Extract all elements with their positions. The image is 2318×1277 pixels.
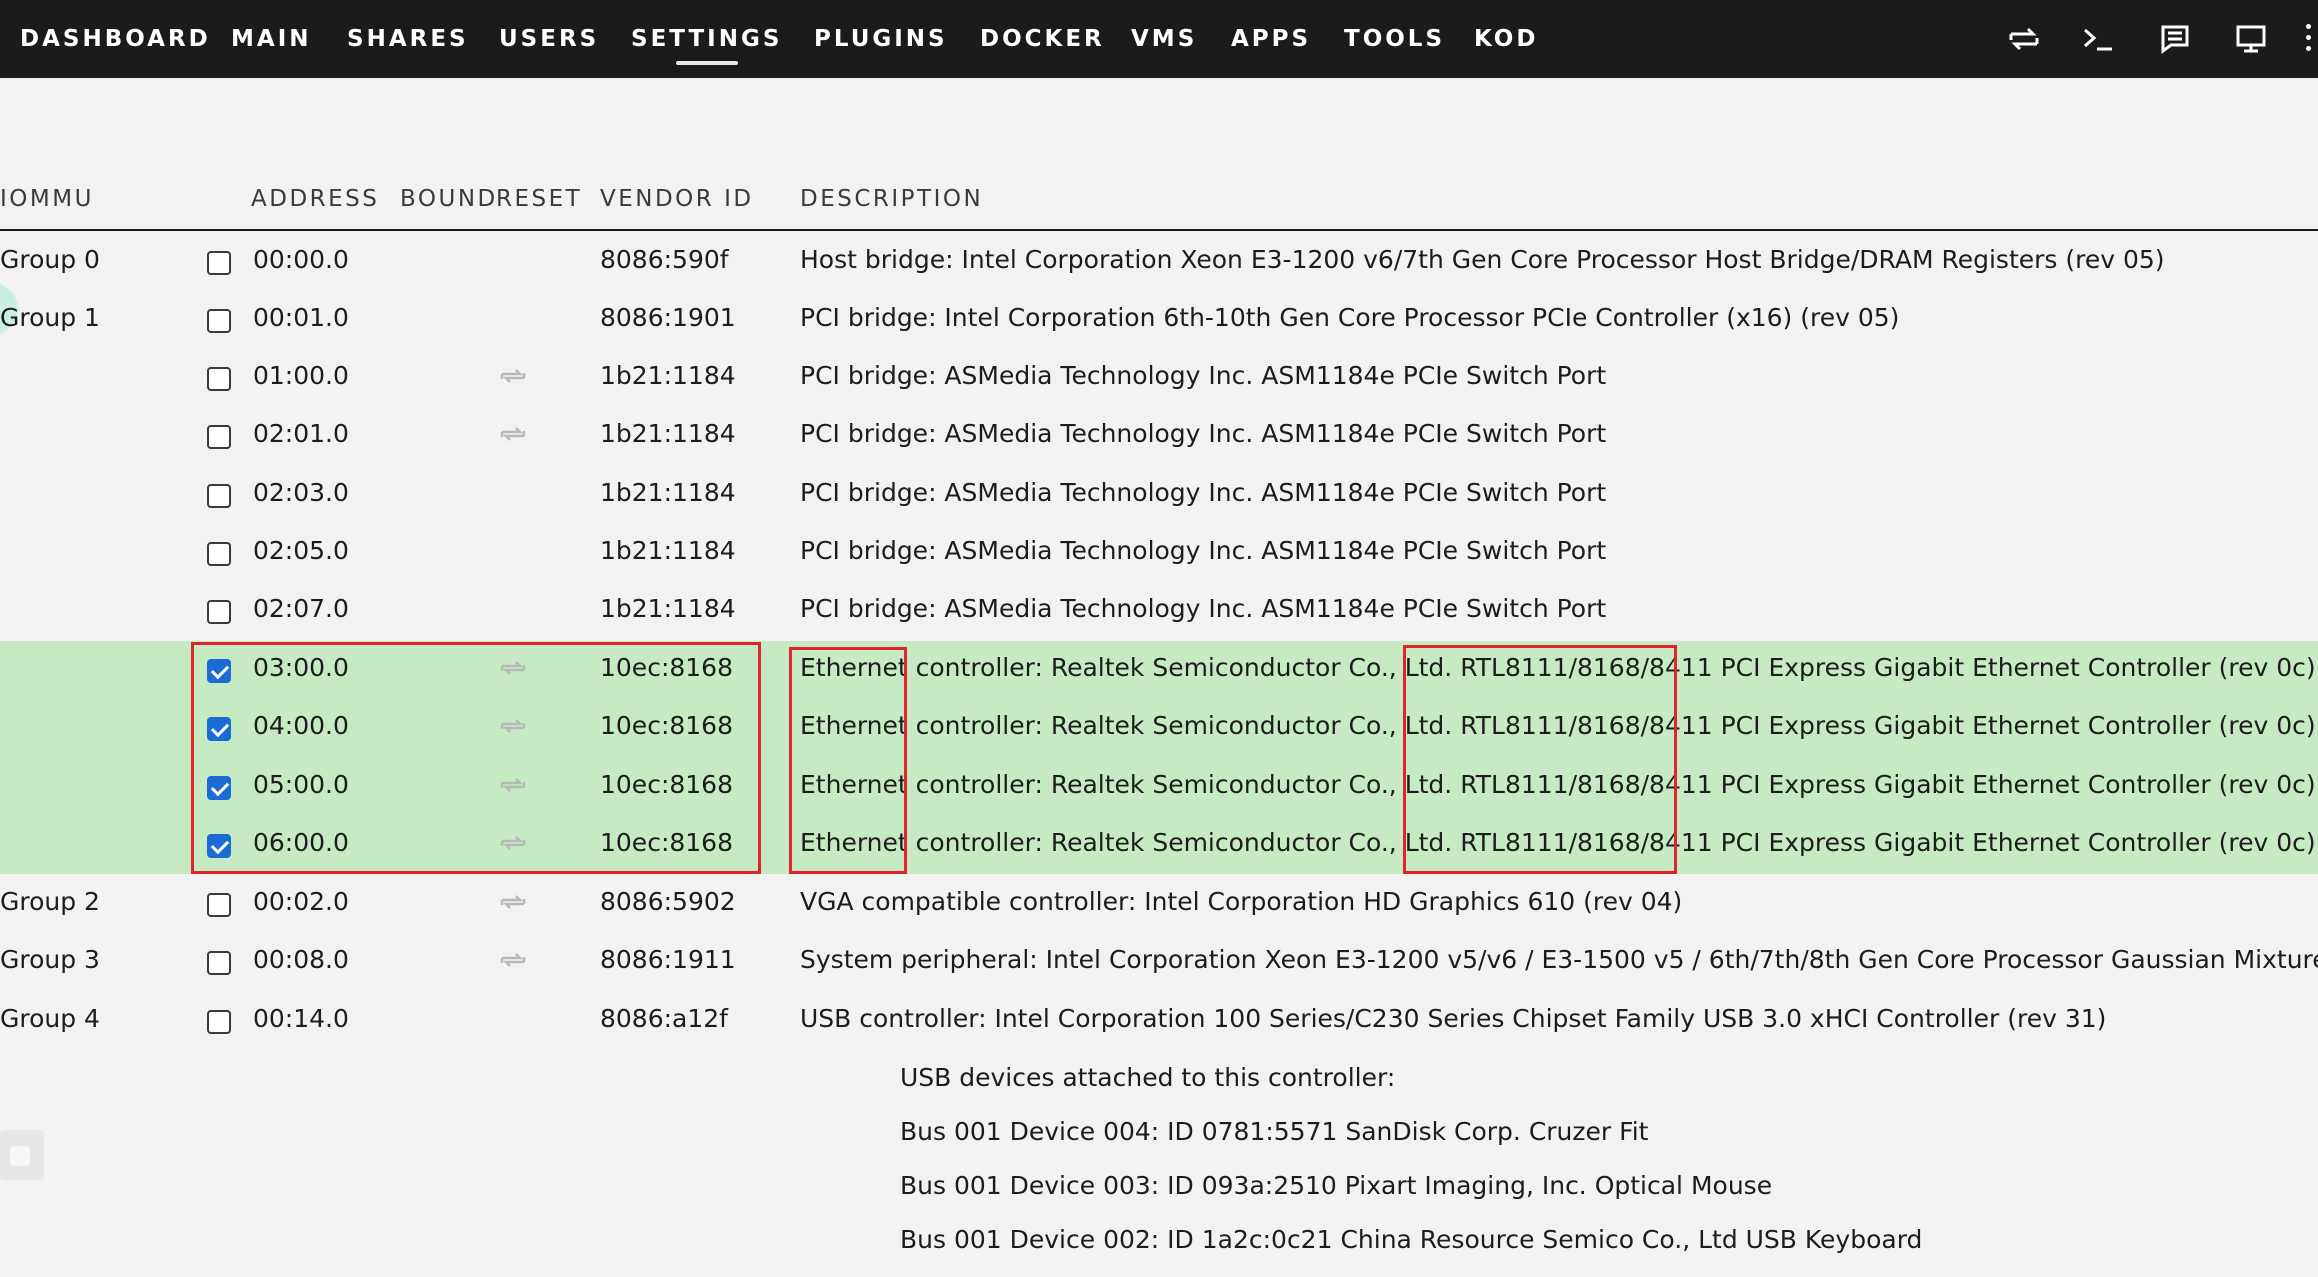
device-description: VGA compatible controller: Intel Corpora…: [800, 887, 1683, 916]
device-description: PCI bridge: ASMedia Technology Inc. ASM1…: [800, 419, 1607, 448]
header-divider: [0, 229, 2318, 231]
device-address: 02:07.0: [253, 594, 349, 623]
nav-docker[interactable]: DOCKER: [980, 0, 1105, 78]
reset-icon[interactable]: [499, 892, 527, 912]
device-address: 00:14.0: [253, 1004, 349, 1033]
bind-checkbox[interactable]: [207, 484, 231, 508]
vendor-id: 1b21:1184: [600, 361, 736, 390]
bind-checkbox[interactable]: [207, 542, 231, 566]
more-icon[interactable]: [2306, 24, 2312, 54]
nav-settings[interactable]: SETTINGS: [631, 0, 782, 78]
iommu-group-label: Group 0: [0, 245, 100, 274]
column-reset: RESET: [496, 186, 583, 212]
reset-icon[interactable]: [499, 366, 527, 386]
bind-checkbox[interactable]: [207, 251, 231, 275]
usb-devices-heading: USB devices attached to this controller:: [900, 1063, 1396, 1092]
vendor-id: 8086:5902: [600, 887, 736, 916]
terminal-icon[interactable]: [2080, 20, 2118, 58]
vendor-id: 1b21:1184: [600, 419, 736, 448]
nav-apps[interactable]: APPS: [1231, 0, 1311, 78]
annotation-box-chip-model: [1403, 645, 1677, 874]
vendor-id: 8086:1901: [600, 303, 736, 332]
reset-icon[interactable]: [499, 424, 527, 444]
device-address: 00:08.0: [253, 945, 349, 974]
column-address: ADDRESS: [251, 186, 380, 212]
device-address: 02:05.0: [253, 536, 349, 565]
nav-plugins[interactable]: PLUGINS: [814, 0, 948, 78]
device-address: 02:03.0: [253, 478, 349, 507]
bind-checkbox[interactable]: [207, 951, 231, 975]
iommu-group-label: Group 1: [0, 303, 100, 332]
bind-checkbox[interactable]: [207, 425, 231, 449]
nav-dashboard[interactable]: DASHBOARD: [20, 0, 211, 78]
column-bound: BOUND: [400, 186, 498, 212]
iommu-group-label: Group 4: [0, 1004, 100, 1033]
bind-checkbox[interactable]: [207, 893, 231, 917]
bind-checkbox[interactable]: [207, 1010, 231, 1034]
iommu-group-label: Group 3: [0, 945, 100, 974]
device-description: PCI bridge: Intel Corporation 6th-10th G…: [800, 303, 1900, 332]
nav-kod[interactable]: KOD: [1474, 0, 1538, 78]
device-address: 00:02.0: [253, 887, 349, 916]
nav-vms[interactable]: VMS: [1131, 0, 1197, 78]
vendor-id: 8086:590f: [600, 245, 729, 274]
annotation-box-ethernet: [789, 647, 907, 874]
top-nav-bar: DASHBOARD MAIN SHARES USERS SETTINGS PLU…: [0, 0, 2318, 78]
vendor-id: 1b21:1184: [600, 478, 736, 507]
vendor-id: 8086:a12f: [600, 1004, 728, 1033]
device-description: USB controller: Intel Corporation 100 Se…: [800, 1004, 2107, 1033]
reset-icon[interactable]: [499, 950, 527, 970]
bind-checkbox[interactable]: [207, 309, 231, 333]
device-description: System peripheral: Intel Corporation Xeo…: [800, 945, 2318, 974]
device-address: 00:01.0: [253, 303, 349, 332]
device-description: PCI bridge: ASMedia Technology Inc. ASM1…: [800, 361, 1607, 390]
column-iommu: IOMMU: [0, 186, 94, 212]
device-description: Host bridge: Intel Corporation Xeon E3-1…: [800, 245, 2165, 274]
usb-device-item: Bus 001 Device 002: ID 1a2c:0c21 China R…: [900, 1225, 1923, 1254]
vendor-id: 1b21:1184: [600, 536, 736, 565]
nav-main[interactable]: MAIN: [231, 0, 312, 78]
transfer-icon[interactable]: [2005, 20, 2043, 58]
device-description: PCI bridge: ASMedia Technology Inc. ASM1…: [800, 536, 1607, 565]
annotation-box-selection: [191, 642, 761, 874]
nav-users[interactable]: USERS: [499, 0, 599, 78]
device-address: 01:00.0: [253, 361, 349, 390]
column-vendor-id: VENDOR ID: [600, 186, 754, 212]
device-description: PCI bridge: ASMedia Technology Inc. ASM1…: [800, 594, 1607, 623]
usb-device-item: Bus 001 Device 004: ID 0781:5571 SanDisk…: [900, 1117, 1649, 1146]
usb-device-item: Bus 001 Device 003: ID 093a:2510 Pixart …: [900, 1171, 1773, 1200]
device-description: PCI bridge: ASMedia Technology Inc. ASM1…: [800, 478, 1607, 507]
bind-checkbox[interactable]: [207, 600, 231, 624]
side-scroll-widget[interactable]: [0, 1130, 44, 1180]
nav-shares[interactable]: SHARES: [347, 0, 469, 78]
device-address: 02:01.0: [253, 419, 349, 448]
vendor-id: 8086:1911: [600, 945, 736, 974]
device-address: 00:00.0: [253, 245, 349, 274]
bind-checkbox[interactable]: [207, 367, 231, 391]
vendor-id: 1b21:1184: [600, 594, 736, 623]
column-description: DESCRIPTION: [800, 186, 984, 212]
feedback-icon[interactable]: [2156, 20, 2194, 58]
nav-tools[interactable]: TOOLS: [1344, 0, 1445, 78]
monitor-icon[interactable]: [2232, 20, 2270, 58]
iommu-group-label: Group 2: [0, 887, 100, 916]
